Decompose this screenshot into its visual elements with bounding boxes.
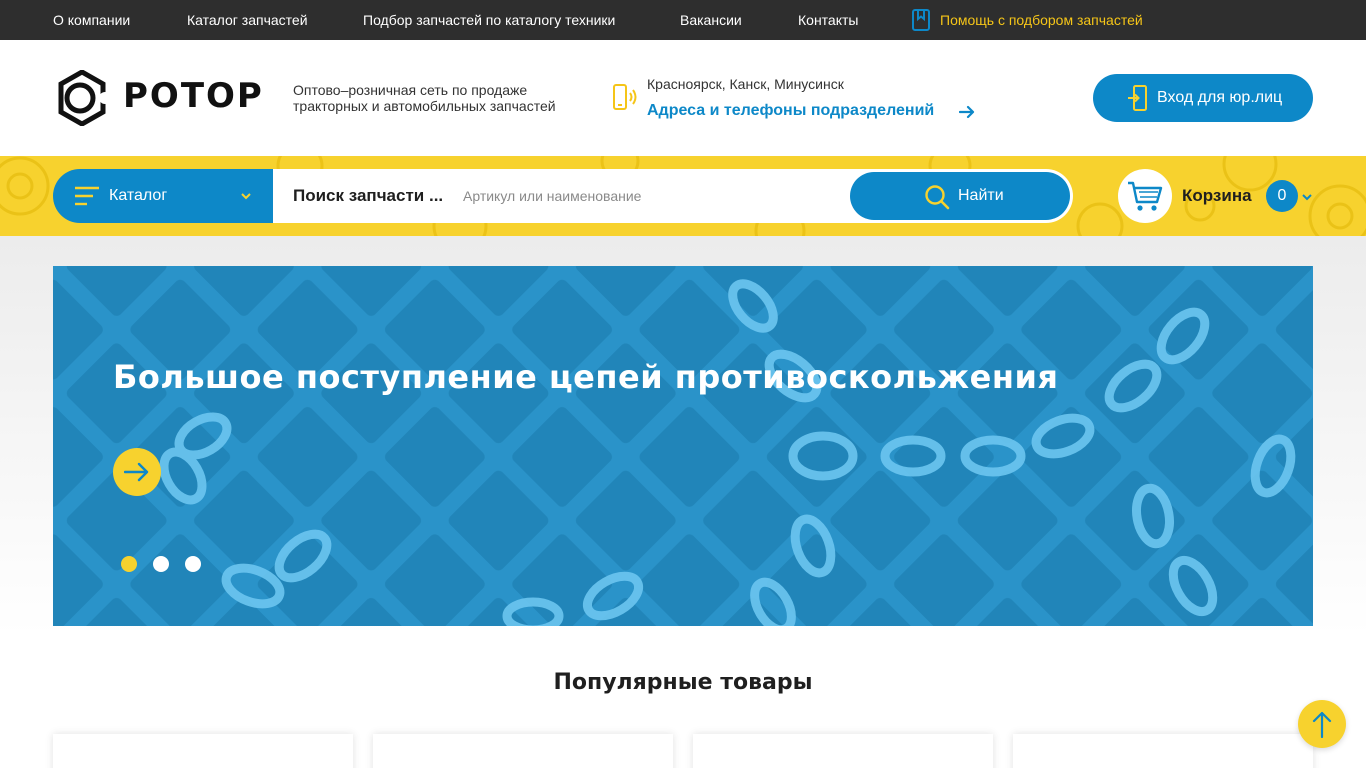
banner-title: Большое поступление цепей противоскольже… [113, 358, 1059, 396]
slider-dot-1[interactable] [121, 556, 137, 572]
company-tagline: Оптово–розничная сеть по продаже трактор… [293, 82, 556, 114]
nav-help-selection[interactable]: Помощь с подбором запчастей [940, 0, 1143, 40]
legal-entity-login-button[interactable]: Вход для юр.лиц [1093, 74, 1313, 122]
burger-menu-icon [75, 186, 99, 206]
cart-icon [1128, 181, 1163, 211]
arrow-right-icon [124, 462, 149, 482]
site-header: РОТОР Оптово–розничная сеть по продаже т… [0, 40, 1366, 156]
popular-products-title: Популярные товары [553, 670, 813, 695]
search-button-label: Найти [958, 187, 1004, 204]
search-box: Поиск запчасти ... Найти [273, 169, 1073, 223]
addresses-phones-link[interactable]: Адреса и телефоны подразделений [647, 102, 934, 120]
slider-dot-3[interactable] [185, 556, 201, 572]
nav-parts-catalog[interactable]: Каталог запчастей [187, 0, 308, 40]
search-input[interactable] [463, 181, 843, 211]
search-button[interactable]: Найти [850, 172, 1070, 220]
arrow-right-icon[interactable] [959, 104, 975, 120]
phone-icon [613, 84, 637, 110]
nav-parts-by-machine[interactable]: Подбор запчастей по каталогу техники [363, 0, 615, 40]
logo[interactable]: РОТОР [53, 69, 273, 127]
search-icon [925, 185, 950, 210]
arrow-up-icon [1312, 711, 1332, 738]
banner-more-button[interactable] [113, 448, 161, 496]
product-card[interactable] [53, 734, 353, 768]
nav-vacancies[interactable]: Вакансии [680, 0, 742, 40]
top-navigation: О компании Каталог запчастей Подбор запч… [0, 0, 1366, 40]
nav-about[interactable]: О компании [53, 0, 130, 40]
bookmark-icon[interactable] [912, 9, 930, 31]
catalog-menu-button[interactable]: Каталог [53, 169, 273, 223]
cart-label[interactable]: Корзина [1182, 186, 1252, 206]
chains-background-image [53, 266, 1313, 626]
search-mode-selector[interactable]: Поиск запчасти ... [293, 186, 443, 206]
product-card[interactable] [1013, 734, 1313, 768]
logo-text: РОТОР [123, 76, 264, 116]
chevron-down-icon [241, 193, 251, 200]
scroll-to-top-button[interactable] [1298, 700, 1346, 748]
cart-button[interactable] [1118, 169, 1172, 223]
logo-rotor-icon [58, 69, 111, 127]
slider-dot-2[interactable] [153, 556, 169, 572]
login-door-icon [1128, 85, 1147, 111]
search-band: Каталог Поиск запчасти ... Найти Корзина… [0, 156, 1366, 236]
login-label: Вход для юр.лиц [1157, 89, 1283, 106]
promo-banner[interactable]: Большое поступление цепей противоскольже… [53, 266, 1313, 626]
product-card[interactable] [693, 734, 993, 768]
chevron-down-icon[interactable] [1301, 191, 1313, 203]
cart-count-badge: 0 [1266, 180, 1298, 212]
nav-contacts[interactable]: Контакты [798, 0, 858, 40]
catalog-label: Каталог [109, 187, 168, 204]
cities-list: Красноярск, Канск, Минусинск [647, 76, 844, 92]
product-card[interactable] [373, 734, 673, 768]
